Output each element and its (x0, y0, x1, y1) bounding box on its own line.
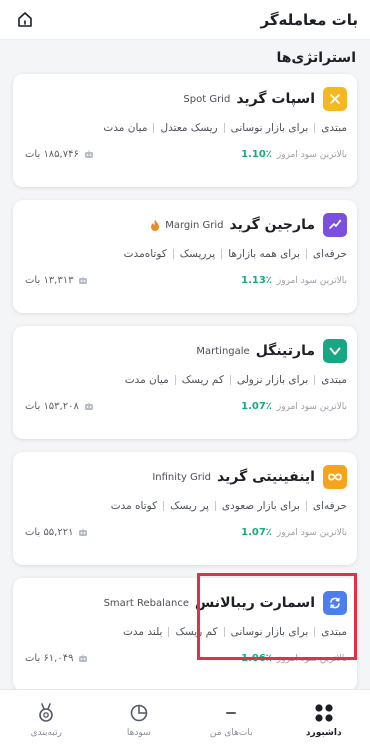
strategy-tags: حرفه‌ای برای همه بازارها پرریسک کوتاه‌مد… (25, 248, 347, 260)
tag-market: برای بازار صعودی (221, 500, 300, 512)
profit-label: بالاترین سود امروز (276, 149, 347, 160)
tag-level: مبتدی (321, 626, 347, 638)
bot-count: ۱۸۵,۷۴۶ بات (25, 149, 79, 160)
grid-icon (323, 87, 347, 111)
strategy-card-spot-grid[interactable]: اسپات گرید Spot Grid مبتدی برای بازار نو… (13, 74, 357, 187)
strategy-card-infinity-grid[interactable]: اینفینیتی گرید Infinity Grid حرفه‌ای برا… (13, 452, 357, 565)
infinity-icon (323, 465, 347, 489)
bot-count: ۱۳,۳۱۳ بات (25, 275, 74, 286)
nav-dashboard[interactable]: داشبورد (278, 701, 370, 738)
trend-icon (323, 213, 347, 237)
tag-market: برای همه بازارها (228, 248, 300, 260)
home-icon[interactable] (14, 9, 36, 31)
tag-risk: کم ریسک (181, 374, 224, 386)
bot-icon (78, 528, 88, 537)
tag-market: برای بازار نوسانی (230, 122, 309, 134)
strategy-name: اسمارت ریبالانس (195, 595, 315, 611)
bot-count: ۶۱,۰۴۹ بات (25, 653, 74, 664)
page-title: بات معامله‌گر (260, 10, 358, 29)
bot-icon (84, 150, 94, 159)
bots-icon (221, 701, 241, 725)
tag-term: کوتاه مدت (110, 500, 158, 512)
strategy-en-name: Margin Grid (165, 219, 224, 231)
nav-label: داشبورد (305, 728, 342, 738)
pie-icon (129, 701, 149, 725)
strategy-en-name: Spot Grid (183, 93, 231, 105)
strategy-tags: مبتدی برای بازار نزولی کم ریسک میان مدت (25, 374, 347, 386)
tag-risk: پر ریسک (170, 500, 209, 512)
profit-label: بالاترین سود امروز (276, 275, 347, 286)
nav-label: سودها (126, 728, 151, 738)
tag-term: کوتاه‌مدت (123, 248, 167, 260)
strategy-name: اینفینیتی گرید (217, 469, 315, 485)
rebalance-icon (323, 591, 347, 615)
profit-value: 1.07٪ (241, 527, 272, 538)
bot-count: ۵۵,۲۲۱ بات (25, 527, 74, 538)
strategy-en-name: Infinity Grid (152, 471, 212, 483)
dashboard-icon (314, 701, 334, 725)
strategy-tags: مبتدی برای بازار نوسانی ریسک معتدل میان … (25, 122, 347, 134)
strategy-name: مارجین گرید (229, 217, 315, 233)
profit-value: 1.10٪ (241, 149, 272, 160)
nav-my-bots[interactable]: بات‌های من (185, 701, 278, 738)
strategy-en-name: Smart Rebalance (103, 597, 190, 609)
strategy-card-martingale[interactable]: مارتینگل Martingale مبتدی برای بازار نزو… (13, 326, 357, 439)
strategy-card-margin-grid[interactable]: مارجین گرید Margin Grid حرفه‌ای برای همه… (13, 200, 357, 313)
profit-value: 1.07٪ (241, 401, 272, 412)
tag-term: بلند مدت (123, 626, 163, 638)
tag-level: حرفه‌ای (312, 500, 347, 512)
tag-term: میان مدت (124, 374, 169, 386)
strategy-name: مارتینگل (255, 343, 315, 359)
tag-risk: ریسک معتدل (160, 122, 218, 134)
chevron-icon (323, 339, 347, 363)
tag-level: مبتدی (321, 374, 347, 386)
tag-term: میان مدت (103, 122, 148, 134)
strategy-list: اسپات گرید Spot Grid مبتدی برای بازار نو… (0, 74, 370, 691)
nav-label: رتبه‌بندی (30, 728, 62, 738)
tag-level: مبتدی (321, 122, 347, 134)
tag-level: حرفه‌ای (312, 248, 347, 260)
section-title: استراتژی‌ها (276, 50, 356, 66)
strategy-tags: حرفه‌ای برای بازار صعودی پر ریسک کوتاه م… (25, 500, 347, 512)
profit-value: 1.13٪ (241, 275, 272, 286)
profit-label: بالاترین سود امروز (276, 527, 347, 538)
bot-icon (84, 402, 94, 411)
tag-risk: کم ریسک (175, 626, 218, 638)
tag-risk: پرریسک (179, 248, 216, 260)
profit-label: بالاترین سود امروز (276, 401, 347, 412)
bottom-nav: داشبورد بات‌های من سودها رتبه‌بندی (0, 689, 370, 749)
app-header: بات معامله‌گر (0, 0, 370, 40)
profit-label: بالاترین سود امروز (276, 653, 347, 664)
strategy-name: اسپات گرید (236, 91, 315, 107)
medal-icon (36, 701, 56, 725)
bot-count: ۱۵۳,۲۰۸ بات (25, 401, 79, 412)
strategy-card-smart-rebalance[interactable]: اسمارت ریبالانس Smart Rebalance مبتدی بر… (13, 578, 357, 691)
tag-market: برای بازار نزولی (236, 374, 309, 386)
tag-market: برای بازار نوسانی (230, 626, 309, 638)
nav-label: بات‌های من (209, 728, 253, 738)
bot-icon (78, 276, 88, 285)
bot-icon (78, 654, 88, 663)
strategy-tags: مبتدی برای بازار نوسانی کم ریسک بلند مدت (25, 626, 347, 638)
nav-profits[interactable]: سودها (93, 701, 186, 738)
profit-value: 1.06٪ (241, 653, 272, 664)
fire-icon (150, 219, 160, 232)
strategy-en-name: Martingale (196, 345, 250, 357)
nav-ranking[interactable]: رتبه‌بندی (0, 701, 93, 738)
